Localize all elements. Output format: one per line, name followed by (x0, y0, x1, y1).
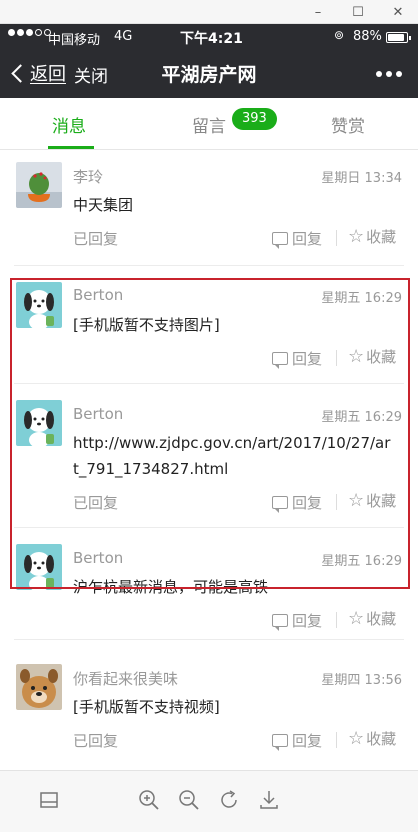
star-icon: ☆ (348, 607, 365, 629)
star-icon: ☆ (348, 489, 365, 511)
page-title: 平湖房产网 (161, 64, 257, 86)
comments-count-badge: 393 (232, 108, 277, 130)
layout-toggle-icon[interactable] (36, 787, 62, 813)
list-item: Berton 星期五 16:29 [手机版暂不支持图片] 回复 ☆ 收藏 (0, 266, 418, 384)
favorite-label: 收藏 (366, 610, 397, 628)
window-titlebar: – ☐ ✕ (0, 0, 418, 24)
favorite-label: 收藏 (366, 730, 397, 748)
phone-header: 中国移动 4G 下午4:21 ⊚ 88% 返回 关闭 平湖房产网 (0, 24, 418, 98)
comment-icon (272, 232, 288, 249)
replied-status: 已回复 (73, 494, 119, 512)
action-divider (336, 350, 337, 366)
download-icon[interactable] (256, 787, 282, 813)
message-date: 星期五 16:29 (321, 410, 402, 425)
network-type: 4G (114, 29, 133, 44)
reply-label: 回复 (292, 230, 323, 248)
star-icon: ☆ (348, 225, 365, 247)
message-link[interactable]: http://www.zjdpc.gov.cn/art/2017/10/27/a… (73, 430, 393, 482)
favorite-button[interactable]: ☆ 收藏 (348, 608, 396, 629)
more-options-icon[interactable] (376, 71, 402, 77)
rotation-lock-icon: ⊚ (334, 28, 345, 42)
reply-button[interactable]: 回复 (272, 228, 322, 249)
message-author: Berton (73, 549, 124, 567)
tab-comments[interactable]: 留言 (192, 112, 226, 137)
list-item: 李玲 星期日 13:34 中天集团 已回复 回复 ☆ 收藏 (0, 150, 418, 266)
avatar[interactable] (16, 282, 62, 328)
reply-label: 回复 (292, 350, 323, 368)
reply-button[interactable]: 回复 (272, 730, 322, 751)
close-window-button[interactable]: ✕ (378, 0, 418, 24)
comment-icon (272, 352, 288, 369)
active-tab-indicator (48, 146, 94, 149)
favorite-label: 收藏 (366, 228, 397, 246)
replied-status: 已回复 (73, 230, 119, 248)
message-date: 星期日 13:34 (321, 171, 402, 186)
avatar[interactable] (16, 400, 62, 446)
message-author: Berton (73, 405, 124, 423)
tab-tips[interactable]: 赞赏 (331, 112, 365, 137)
comment-icon (272, 614, 288, 631)
battery-icon (386, 32, 411, 43)
avatar[interactable] (16, 544, 62, 590)
message-date: 星期五 16:29 (321, 554, 402, 569)
favorite-button[interactable]: ☆ 收藏 (348, 490, 396, 511)
minimize-button[interactable]: – (298, 0, 338, 24)
zoom-in-icon[interactable] (136, 787, 162, 813)
action-divider (336, 494, 337, 510)
battery-percent: 88% (353, 29, 382, 44)
list-item: Berton 星期五 16:29 沪乍杭最新消息，可能是高铁 回复 ☆ 收藏 (0, 528, 418, 640)
message-content: [手机版暂不支持图片] (73, 316, 220, 334)
list-item: Berton 星期五 16:29 http://www.zjdpc.gov.cn… (0, 384, 418, 528)
action-divider (336, 612, 337, 628)
message-date: 星期四 13:56 (321, 673, 402, 688)
favorite-button[interactable]: ☆ 收藏 (348, 226, 396, 247)
avatar[interactable] (16, 664, 62, 710)
navigation-bar: 返回 关闭 平湖房产网 (0, 50, 418, 98)
status-time: 下午4:21 (180, 31, 243, 47)
reply-button[interactable]: 回复 (272, 610, 322, 631)
action-divider (336, 732, 337, 748)
maximize-button[interactable]: ☐ (338, 0, 378, 24)
tab-messages[interactable]: 消息 (52, 112, 86, 137)
status-bar: 中国移动 4G 下午4:21 ⊚ 88% (0, 24, 418, 50)
message-author: Berton (73, 286, 124, 304)
message-author: 李玲 (73, 168, 104, 186)
rotate-icon[interactable] (216, 787, 242, 813)
message-author: 你看起来很美味 (73, 670, 179, 688)
message-content: 中天集团 (73, 196, 134, 214)
favorite-button[interactable]: ☆ 收藏 (348, 728, 396, 749)
star-icon: ☆ (348, 345, 365, 367)
reply-label: 回复 (292, 612, 323, 630)
avatar[interactable] (16, 162, 62, 208)
carrier-name: 中国移动 (48, 33, 101, 48)
comment-icon (272, 734, 288, 751)
message-list: 李玲 星期日 13:34 中天集团 已回复 回复 ☆ 收藏 Berton 星期五… (0, 150, 418, 770)
replied-status: 已回复 (73, 732, 119, 750)
list-item: 你看起来很美味 星期四 13:56 [手机版暂不支持视频] 已回复 回复 ☆ 收… (0, 640, 418, 770)
message-content: [手机版暂不支持视频] (73, 698, 220, 716)
favorite-label: 收藏 (366, 492, 397, 510)
comment-icon (272, 496, 288, 513)
reply-label: 回复 (292, 494, 323, 512)
favorite-label: 收藏 (366, 348, 397, 366)
star-icon: ☆ (348, 727, 365, 749)
reply-button[interactable]: 回复 (272, 348, 322, 369)
message-content: 沪乍杭最新消息，可能是高铁 (73, 578, 269, 596)
tab-bar: 消息 留言 393 赞赏 (0, 98, 418, 150)
reply-button[interactable]: 回复 (272, 492, 322, 513)
favorite-button[interactable]: ☆ 收藏 (348, 346, 396, 367)
reply-label: 回复 (292, 732, 323, 750)
action-divider (336, 230, 337, 246)
message-date: 星期五 16:29 (321, 291, 402, 306)
signal-strength-icon (8, 29, 51, 36)
zoom-out-icon[interactable] (176, 787, 202, 813)
bottom-toolbar (0, 770, 418, 832)
